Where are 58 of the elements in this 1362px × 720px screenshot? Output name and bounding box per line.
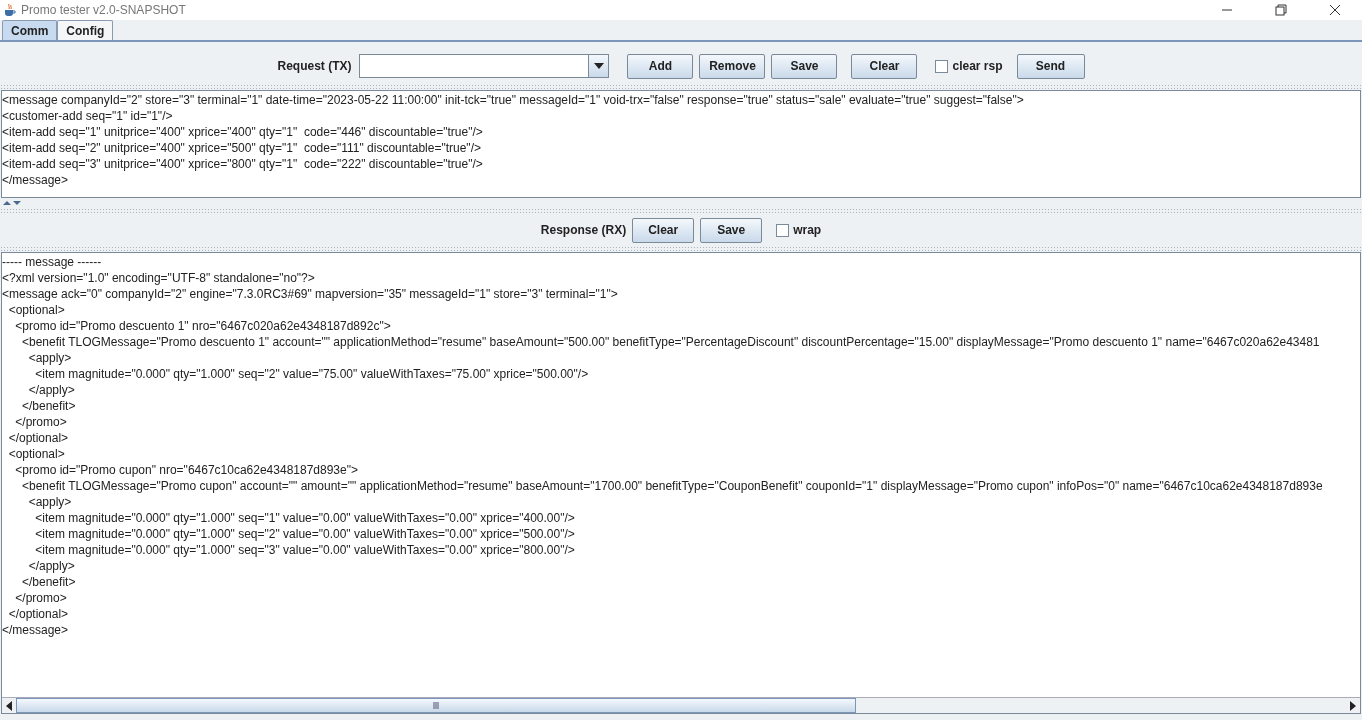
toolbar-button[interactable]: Save (771, 53, 838, 79)
splitter-arrows-icon[interactable] (2, 200, 22, 206)
text-line: <benefit TLOGMessage="Promo cupon" account="" amount="" applicationMethod="resume" baseAmount="1700.00" benefitType="CouponBenefit" couponId="1" displayMessage="Promo cupon" infoPos="0" name="6467c10ca62e4348187d893e (21, 478, 1323, 494)
scrollbar-thumb[interactable] (16, 698, 856, 713)
scroll-right-icon[interactable] (1349, 700, 1357, 711)
text-line: </benefit> (21, 574, 76, 590)
caret-icon (594, 63, 604, 69)
text-line: <customer-add seq="1" id="1"/> (2, 108, 173, 124)
text-line: </optional> (7, 606, 69, 622)
text-line: </benefit> (21, 398, 76, 414)
horizontal-scrollbar[interactable] (2, 697, 1360, 713)
text-line: <apply> (27, 350, 72, 366)
text-line: <benefit TLOGMessage="Promo descuento 1" account="" applicationMethod="resume" baseAmount="500.00" benefitType="PercentageDiscount" discountPercentage="15.00" displayMessage="Promo descuento 1" name="6467c020a62e43481 (21, 334, 1320, 350)
toolbar-button[interactable]: Clear (632, 217, 695, 243)
grip-icon (433, 702, 439, 709)
text-line: <message ack="0" companyId="2" engine="7.3.0RC3#69" mapversion="35" messageId="1" store="3" terminal="1"> (2, 286, 618, 302)
text-line: <promo id="Promo descuento 1" nro="6467c020a62e4348187d892c"> (14, 318, 391, 334)
text-line: <item magnitude="0.000" qty="1.000" seq="1" value="0.00" valueWithTaxes="0.00" xprice="400.00"/> (34, 510, 575, 526)
request-text-area[interactable] (1, 90, 1361, 198)
text-line: </promo> (14, 414, 67, 430)
text-line: </message> (2, 172, 69, 188)
close-icon[interactable] (1329, 4, 1341, 16)
text-line: </promo> (14, 590, 67, 606)
text-line: <item magnitude="0.000" qty="1.000" seq="3" value="0.00" valueWithTaxes="0.00" xprice="800.00"/> (34, 542, 575, 558)
text-line: <item magnitude="0.000" qty="1.000" seq="2" value="75.00" valueWithTaxes="75.00" xprice="500.00"/> (34, 366, 589, 382)
toolbar-button[interactable]: Save (700, 217, 763, 243)
text-line: <item-add seq="3" unitprice="400" xprice="800" qty="1" code="222" discountable="true"/> (2, 156, 483, 172)
text-line: <?xml version="1.0" encoding="UTF-8" standalone="no"?> (2, 270, 315, 286)
text-line: <optional> (7, 446, 65, 462)
text-line: <item-add seq="2" unitprice="400" xprice="500" qty="1" code="111" discountable="true"/> (2, 140, 481, 156)
toolbar-button[interactable]: Clear (851, 53, 918, 79)
text-line: </message> (2, 622, 69, 638)
text-line: ----- message ------ (2, 254, 102, 270)
text-line: <apply> (27, 494, 72, 510)
toolbar-button[interactable]: Remove (699, 53, 766, 79)
text-line: <message companyId="2" store="3" terminal="1" date-time="2023-05-22 11:00:00" init-tck="true" messageId="1" void-trx="false" response="true" status="sale" evaluate="true" suggest="false"> (2, 92, 1024, 108)
text-line: <promo id="Promo cupon" nro="6467c10ca62e4348187d893e"> (14, 462, 358, 478)
toolbar-button[interactable]: Send (1016, 53, 1085, 79)
response-label: Response (RX) (540, 222, 627, 239)
text-line: </apply> (27, 558, 75, 574)
toolbar-button[interactable]: Add (627, 53, 694, 79)
checkbox-box[interactable] (935, 59, 949, 73)
checkbox[interactable]: wrap (776, 221, 822, 239)
text-line: </apply> (27, 382, 75, 398)
coffee-cup-icon (3, 3, 17, 17)
checkbox[interactable]: clear rsp (935, 57, 1003, 75)
tab[interactable]: Comm (2, 20, 58, 40)
tab[interactable]: Config (57, 20, 114, 40)
restore-icon[interactable] (1275, 4, 1287, 16)
request-label: Request (TX) (277, 58, 352, 75)
window-title: Promo tester v2.0-SNAPSHOT (21, 2, 186, 19)
text-line: <optional> (7, 302, 65, 318)
text-line: <item magnitude="0.000" qty="1.000" seq="2" value="0.00" valueWithTaxes="0.00" xprice="500.00"/> (34, 526, 575, 542)
request-dropdown[interactable] (359, 54, 610, 78)
text-line: <item-add seq="1" unitprice="400" xprice="400" qty="1" code="446" discountable="true"/> (2, 124, 483, 140)
scroll-left-icon[interactable] (5, 700, 13, 711)
checkbox-box[interactable] (776, 223, 790, 237)
text-line: </optional> (7, 430, 69, 446)
